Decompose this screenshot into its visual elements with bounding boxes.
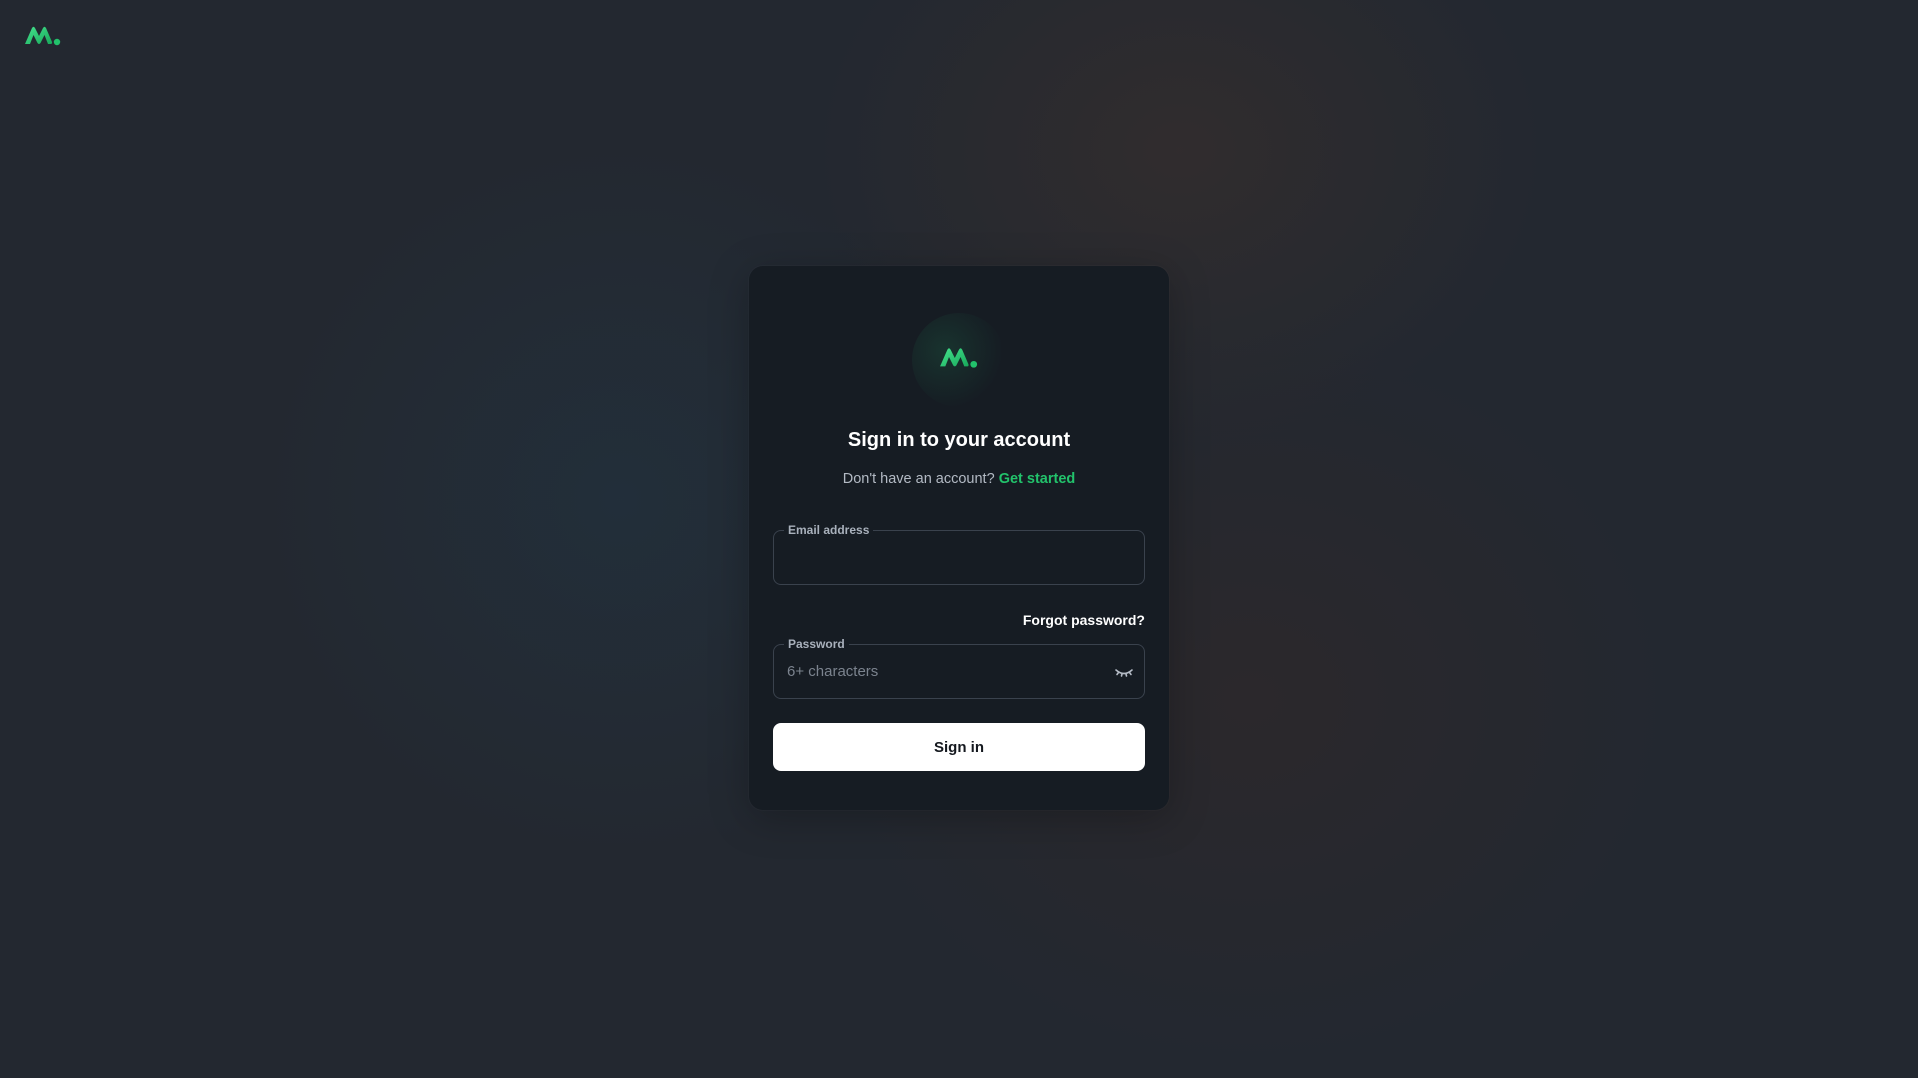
password-input[interactable]: [787, 645, 1117, 698]
email-input[interactable]: [787, 531, 1117, 584]
page-title: Sign in to your account: [847, 429, 1071, 451]
signup-prompt: Don't have an account? Get started: [749, 471, 1169, 487]
brand-logo-icon[interactable]: [24, 24, 62, 48]
sign-in-button[interactable]: Sign in: [773, 723, 1145, 771]
signup-prompt-text: Don't have an account?: [842, 471, 995, 487]
sign-in-card: Sign in to your account Don't have an ac…: [749, 266, 1169, 810]
get-started-link[interactable]: Get started: [999, 471, 1076, 487]
forgot-password-link[interactable]: Forgot password?: [1023, 612, 1145, 628]
card-logo-icon: [912, 313, 1006, 407]
email-field[interactable]: Email address: [773, 523, 1145, 585]
eye-closed-icon[interactable]: [1114, 664, 1134, 680]
password-field[interactable]: Password: [773, 637, 1145, 699]
